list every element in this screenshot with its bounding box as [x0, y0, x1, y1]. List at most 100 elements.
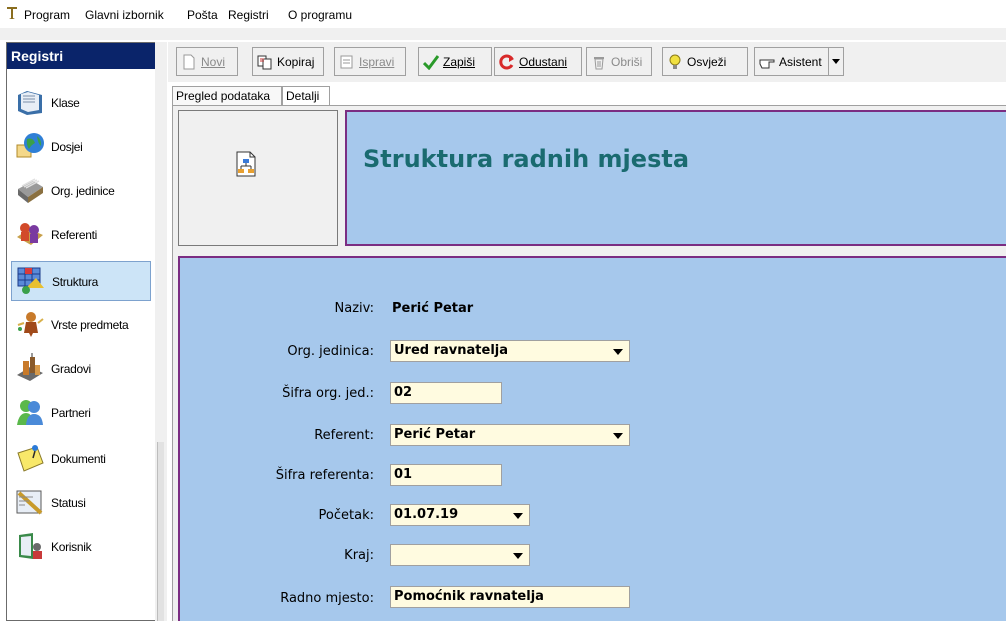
tab-detalji[interactable]: Detalji [282, 86, 330, 106]
sidebar-item-label: Vrste predmeta [51, 318, 129, 332]
sidebar-item-label: Partneri [51, 406, 91, 420]
menu-posta[interactable]: Pošta [187, 8, 218, 22]
org-jedinica-select[interactable]: Ured ravnatelja [390, 340, 630, 362]
user-book-icon [19, 533, 42, 559]
kraj-label: Kraj: [344, 548, 374, 563]
edit-icon [340, 55, 353, 68]
sidebar-item-korisnik[interactable]: Korisnik [11, 527, 151, 567]
kopiraj-button[interactable]: Kopiraj [252, 47, 324, 76]
referent-value: Perić Petar [394, 427, 476, 442]
sidebar-item-partneri[interactable]: Partneri [11, 393, 151, 433]
novi-label: Novi [201, 54, 226, 69]
sidebar-item-klase[interactable]: Klase [11, 83, 151, 123]
sidebar-item-gradovi[interactable]: Gradovi [11, 349, 151, 389]
sidebar-item-label: Dokumenti [51, 452, 106, 466]
osvjezi-label: Osvježi [687, 54, 727, 69]
menu-o-programu[interactable]: O programu [288, 8, 352, 22]
sifra-org-jed-value: 02 [394, 385, 413, 400]
sidebar-item-dosjei[interactable]: Dosjei [11, 127, 151, 167]
sifra-org-jed-field[interactable]: 02 [390, 382, 502, 404]
kopiraj-label: Kopiraj [277, 54, 315, 69]
structure-document-icon [236, 151, 256, 177]
radno-mjesto-field[interactable]: Pomoćnik ravnatelja [390, 586, 630, 608]
osvjezi-button[interactable]: Osvježi [662, 47, 748, 76]
chevron-down-icon [613, 349, 623, 355]
ispravi-button[interactable]: Ispravi [334, 47, 406, 76]
people-icon [17, 223, 43, 245]
sidebar-item-vrste-predmeta[interactable]: Vrste predmeta [11, 305, 151, 345]
asistent-button[interactable]: Asistent [754, 47, 844, 76]
org-jedinica-value: Ured ravnatelja [394, 343, 509, 358]
sidebar-item-statusi[interactable]: Statusi [11, 483, 151, 523]
sidebar-item-dokumenti[interactable]: Dokumenti [11, 439, 151, 479]
sidebar-item-label: Org. jedinice [51, 184, 115, 198]
pocetak-value: 01.07.19 [394, 507, 459, 522]
naziv-value: Perić Petar [392, 301, 474, 316]
lightbulb-icon [669, 54, 681, 69]
registri-header: Registri [7, 43, 161, 69]
zapisi-button[interactable]: Zapiši [418, 47, 492, 76]
menu-glavni-izbornik[interactable]: Glavni izbornik [85, 8, 164, 22]
record-icon-panel [178, 110, 338, 246]
chevron-down-icon [613, 433, 623, 439]
copy-icon [257, 55, 272, 69]
novi-button[interactable]: Novi [176, 47, 238, 76]
pointing-hand-icon [759, 59, 775, 68]
registri-panel: Registri Klase Dosjei Org. jedinice Refe… [6, 42, 162, 621]
menu-program[interactable]: Program [24, 8, 70, 22]
pocetak-label: Početak: [318, 508, 374, 523]
odustani-label: Odustani [519, 54, 568, 69]
pocetak-date-picker[interactable]: 01.07.19 [390, 504, 530, 526]
obrisi-button[interactable]: Obriši [586, 47, 652, 76]
new-document-icon [183, 54, 195, 69]
ispravi-label: Ispravi [359, 54, 395, 69]
sidebar-item-label: Struktura [52, 275, 98, 289]
asistent-dropdown-arrow[interactable] [827, 48, 840, 75]
sidebar-item-struktura[interactable]: Struktura [11, 261, 151, 301]
undo-icon [499, 54, 514, 69]
trash-icon [594, 56, 604, 69]
kraj-date-picker[interactable] [390, 544, 530, 566]
sidebar-item-label: Gradovi [51, 362, 91, 376]
referent-select[interactable]: Perić Petar [390, 424, 630, 446]
tab-pregled-podataka[interactable]: Pregled podataka [172, 86, 282, 106]
org-jedinica-label: Org. jedinica: [287, 344, 374, 359]
figure-icon [17, 312, 44, 337]
partners-icon [17, 400, 43, 425]
frame-top [0, 28, 1006, 40]
sidebar-item-label: Dosjei [51, 140, 83, 154]
zapisi-label: Zapiši [443, 54, 476, 69]
checkmark-icon [423, 54, 439, 70]
sidebar-item-label: Statusi [51, 496, 86, 510]
menu-registri[interactable]: Registri [228, 8, 269, 22]
folder-icon [18, 91, 42, 115]
sifra-referenta-value: 01 [394, 467, 413, 482]
sidebar-item-label: Referenti [51, 228, 97, 242]
title-panel: Struktura radnih mjesta [345, 110, 1006, 246]
sifra-referenta-field[interactable]: 01 [390, 464, 502, 486]
menubar: Program Glavni izbornik Pošta Registri O… [0, 0, 1006, 26]
chevron-down-icon [513, 513, 523, 519]
radno-mjesto-label: Radno mjesto: [280, 591, 374, 606]
structure-grid-icon [17, 267, 44, 294]
sifra-referenta-label: Šifra referenta: [275, 468, 374, 483]
sidebar-scrollbar[interactable] [157, 442, 164, 621]
sticky-note-icon [17, 445, 44, 472]
sidebar-item-referenti[interactable]: Referenti [11, 215, 151, 255]
card-file-icon [18, 178, 43, 203]
sidebar-item-org-jedinice[interactable]: Org. jedinice [11, 171, 151, 211]
app-icon [7, 7, 17, 19]
city-icon [17, 353, 43, 381]
page-title: Struktura radnih mjesta [363, 145, 690, 173]
naziv-label: Naziv: [334, 301, 375, 316]
sidebar-item-label: Klase [51, 96, 80, 110]
toolbar: Novi Kopiraj Ispravi Zapiši Odustani Obr… [168, 42, 1006, 82]
sidebar-item-label: Korisnik [51, 540, 92, 554]
referent-label: Referent: [314, 428, 374, 443]
odustani-button[interactable]: Odustani [494, 47, 582, 76]
radno-mjesto-value: Pomoćnik ravnatelja [394, 589, 544, 604]
ruler-icon [16, 490, 43, 515]
obrisi-label: Obriši [611, 54, 643, 69]
chevron-down-icon [513, 553, 523, 559]
asistent-label: Asistent [779, 54, 822, 69]
